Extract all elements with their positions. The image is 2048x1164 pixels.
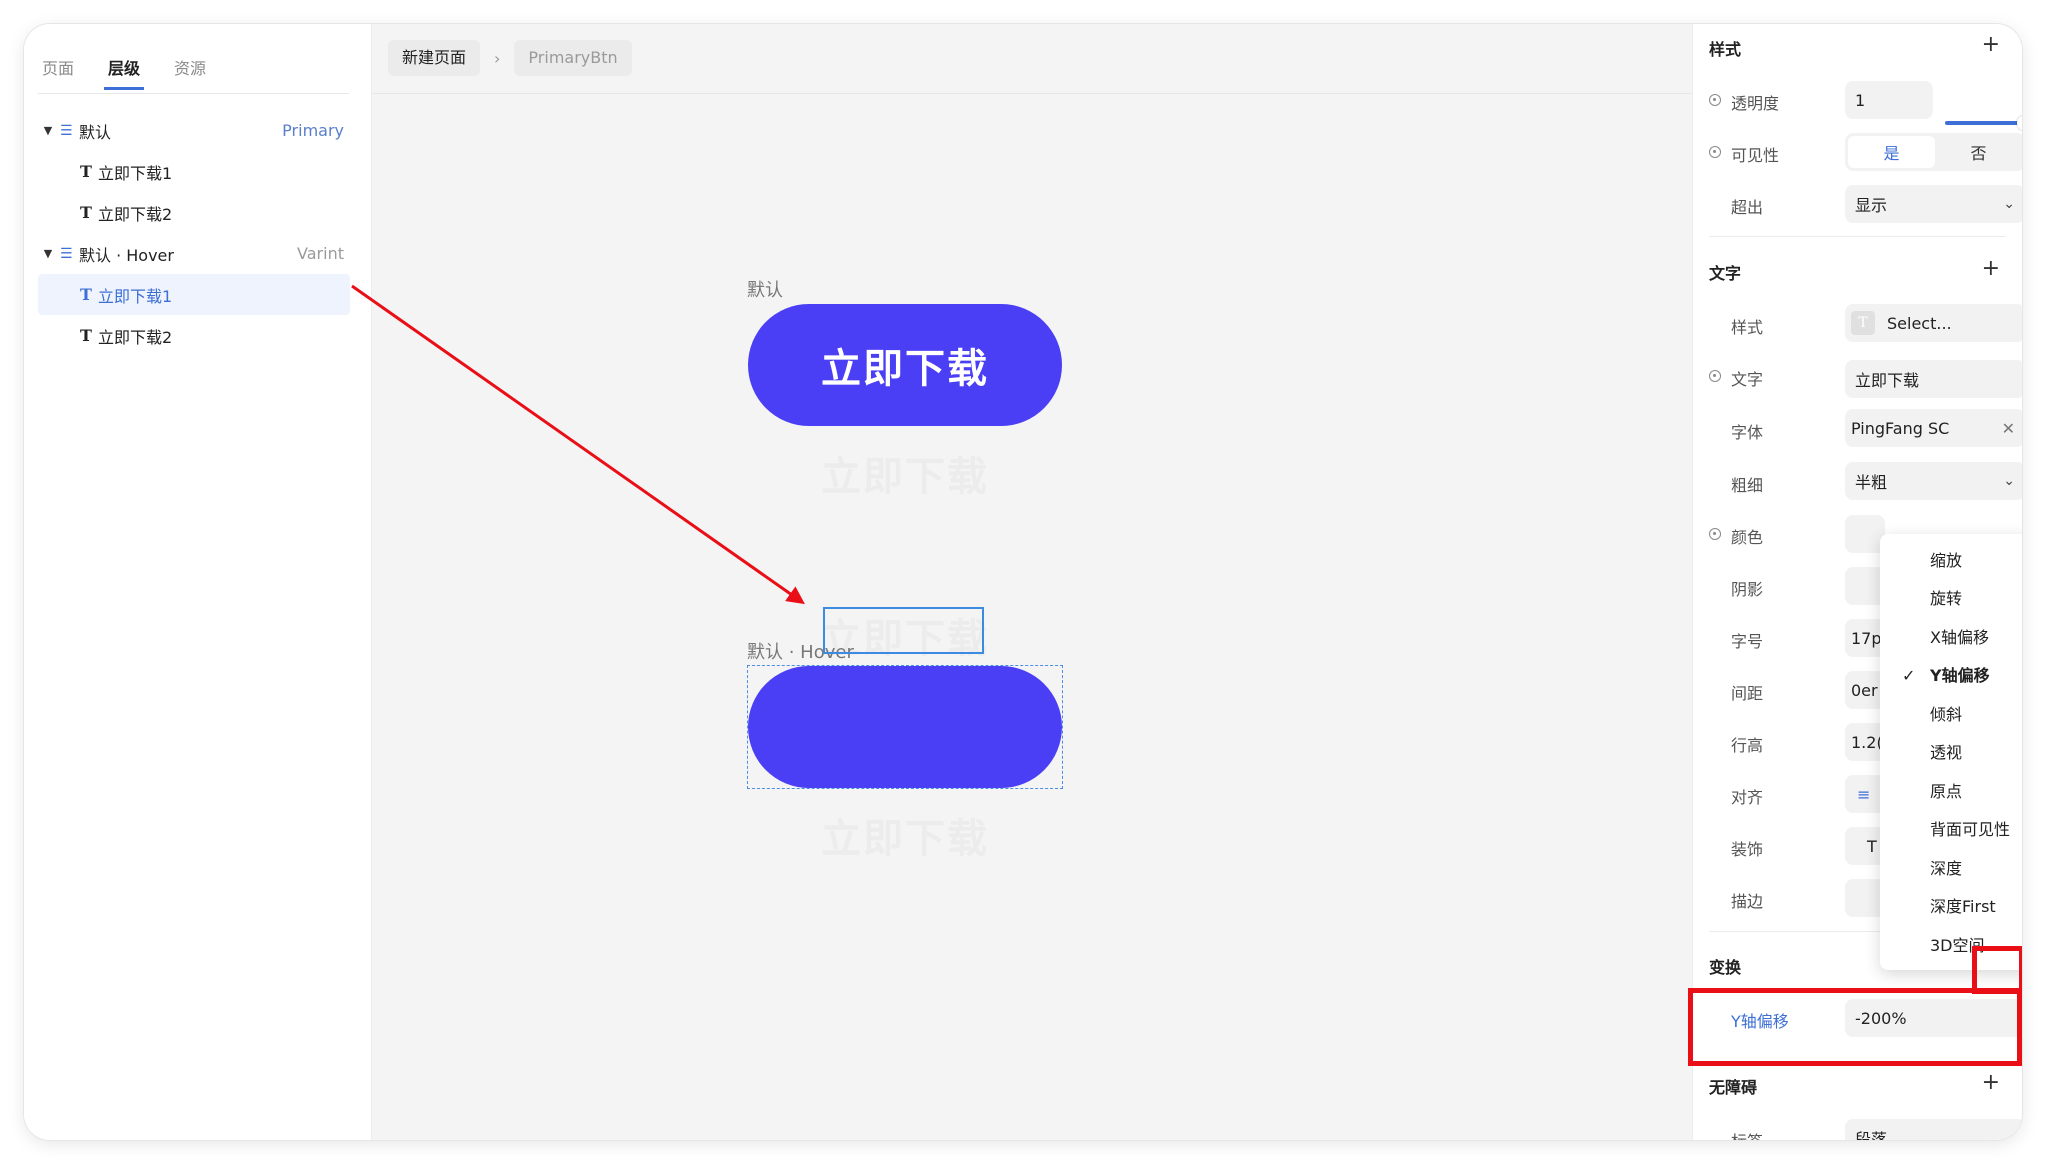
annotation-overlay	[351, 284, 805, 605]
app-window: 页面 层级 资源 ▼ ☰ 默认 Primary T 立即下载1 T 立即下载2 …	[24, 24, 2022, 1140]
annotation-highlight-plus	[1972, 946, 2022, 994]
annotation-arrow	[351, 284, 805, 605]
annotation-highlight-y-offset	[1688, 988, 2022, 1066]
